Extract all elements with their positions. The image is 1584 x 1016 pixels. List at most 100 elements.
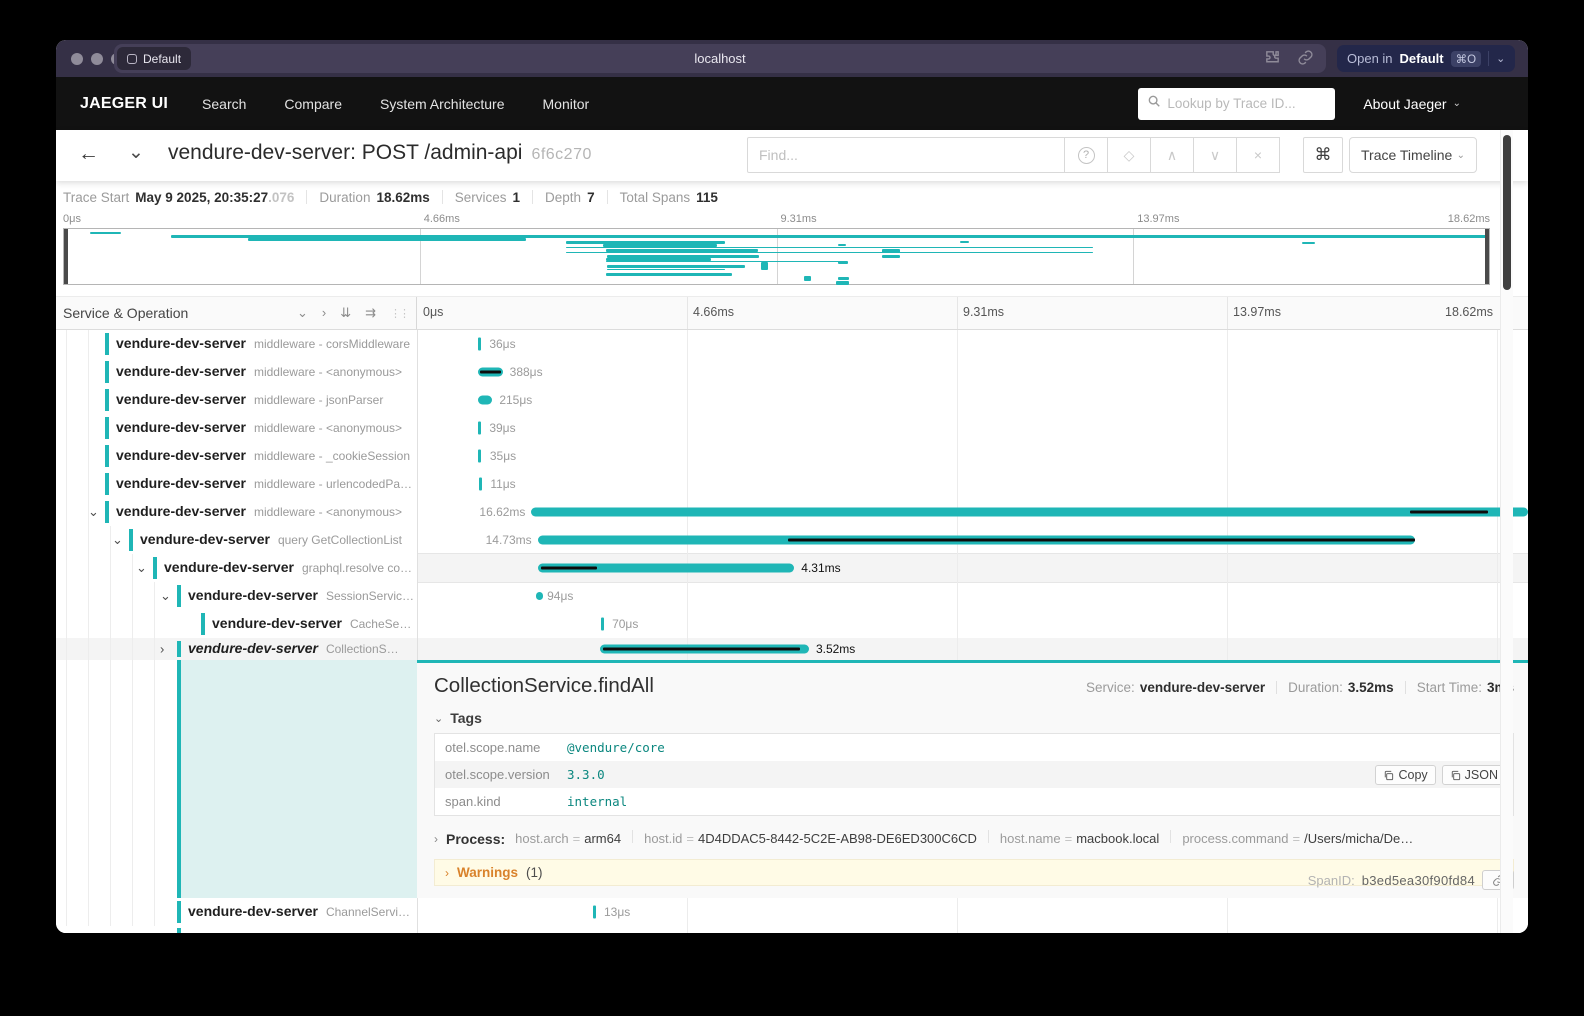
span-bar-cell[interactable]: 388μs xyxy=(417,358,1528,386)
span-bar-cell[interactable]: 3.52ms xyxy=(417,638,1528,660)
span-bar[interactable] xyxy=(478,396,492,405)
back-arrow-icon[interactable]: ← xyxy=(78,142,99,166)
span-row[interactable]: vendure-dev-servermiddleware - urlencode… xyxy=(56,470,1528,498)
process-section-toggle[interactable]: › Process: host.arch=arm64host.id=4D4DDA… xyxy=(434,830,1514,848)
span-bar-cell[interactable]: 215μs xyxy=(417,386,1528,414)
span-row[interactable]: ⌄vendure-dev-serverSessionServic…94μs xyxy=(56,582,1528,610)
expand-toggle-icon[interactable]: ⌄ xyxy=(136,560,147,576)
column-resize-handle[interactable]: ⋮⋮ xyxy=(390,307,408,320)
span-bar[interactable] xyxy=(478,450,481,463)
span-bar-cell[interactable]: 35μs xyxy=(417,442,1528,470)
span-bar[interactable] xyxy=(479,478,482,491)
span-name-cell[interactable]: vendure-dev-servermiddleware - <anonymou… xyxy=(56,358,417,386)
span-bar-cell[interactable]: 94μs xyxy=(417,582,1528,610)
span-name-cell[interactable]: ⌄vendure-dev-serverquery GetCollectionLi… xyxy=(56,526,417,554)
nav-item-search[interactable]: Search xyxy=(202,96,246,112)
json-tags-button[interactable]: JSON xyxy=(1442,765,1506,785)
span-row[interactable]: vendure-dev-servermiddleware - jsonParse… xyxy=(56,386,1528,414)
span-row[interactable]: vendure-dev-serverChannelServi…13μs xyxy=(56,898,1528,926)
span-name-cell[interactable]: vendure-dev-servermiddleware - _cookieSe… xyxy=(56,442,417,470)
keyboard-shortcuts-button[interactable]: ⌘ xyxy=(1303,137,1343,173)
viewport-handle-right[interactable] xyxy=(1485,229,1489,284)
jaeger-logo[interactable]: JAEGER UI xyxy=(80,95,168,113)
copy-link-icon[interactable] xyxy=(1297,49,1314,66)
vertical-scrollbar[interactable] xyxy=(1500,130,1513,933)
span-bar[interactable] xyxy=(601,618,604,631)
trace-id-search[interactable] xyxy=(1138,88,1335,120)
viewport-handle-left[interactable] xyxy=(64,229,68,284)
span-row[interactable]: vendure-dev-servermiddleware - <anonymou… xyxy=(56,358,1528,386)
copy-tags-button[interactable]: Copy xyxy=(1375,765,1435,785)
find-input[interactable] xyxy=(747,137,1065,173)
tag-row[interactable]: otel.scope.version3.3.0 xyxy=(435,761,1513,788)
span-name-cell[interactable]: vendure-dev-servermiddleware - urlencode… xyxy=(56,470,417,498)
expand-toggle-icon[interactable]: ⌄ xyxy=(160,588,171,604)
about-jaeger-menu[interactable]: About Jaeger ⌄ xyxy=(1363,96,1461,112)
span-bar[interactable] xyxy=(478,368,503,377)
nav-item-system-architecture[interactable]: System Architecture xyxy=(380,96,505,112)
span-name-cell[interactable]: vendure-dev-servermiddleware - corsMiddl… xyxy=(56,330,417,358)
span-name-cell[interactable]: vendure-dev-serverCacheSe… xyxy=(56,610,417,638)
extensions-icon[interactable] xyxy=(1264,49,1281,66)
expand-toggle-icon[interactable]: ⌄ xyxy=(88,504,99,520)
span-name-cell[interactable]: vendure-dev-serverChannelServi… xyxy=(56,898,417,926)
span-row[interactable]: ⌄vendure-dev-servermiddleware - <anonymo… xyxy=(56,498,1528,526)
expand-all-icon[interactable]: ⇉ xyxy=(365,305,376,321)
span-row[interactable]: vendure-dev-servermiddleware - _cookieSe… xyxy=(56,442,1528,470)
span-bar[interactable] xyxy=(600,645,809,654)
minimize-window-icon[interactable] xyxy=(91,53,103,65)
span-name-cell[interactable]: ⌄vendure-dev-serverSessionServic… xyxy=(56,582,417,610)
expand-toggle-icon[interactable]: ⌄ xyxy=(112,532,123,548)
span-row[interactable]: vendure-dev-servermiddleware - corsMiddl… xyxy=(56,330,1528,358)
clear-search-button[interactable]: × xyxy=(1236,137,1280,173)
open-in-default-button[interactable]: Open in Default ⌘O ⌄ xyxy=(1337,45,1515,72)
expand-one-icon[interactable]: › xyxy=(322,305,326,321)
nav-item-monitor[interactable]: Monitor xyxy=(543,96,590,112)
span-bar[interactable] xyxy=(538,536,1416,545)
span-row[interactable]: ›vendure-dev-serverCollectionS…3.52ms xyxy=(56,638,1528,660)
trace-id-input[interactable] xyxy=(1167,96,1326,111)
span-bar-cell[interactable]: 13μs xyxy=(417,898,1528,926)
collapse-one-icon[interactable]: ⌄ xyxy=(297,305,308,321)
prev-result-button[interactable]: ∧ xyxy=(1150,137,1194,173)
span-bar-cell[interactable]: 11μs xyxy=(417,470,1528,498)
tag-row[interactable]: otel.scope.name@vendure/core xyxy=(435,734,1513,761)
close-window-icon[interactable] xyxy=(71,53,83,65)
chevron-down-icon[interactable]: ⌄ xyxy=(1496,52,1505,65)
nav-item-compare[interactable]: Compare xyxy=(284,96,342,112)
tag-row[interactable]: span.kindinternal xyxy=(435,788,1513,815)
span-bar[interactable] xyxy=(536,592,543,600)
span-name-cell[interactable]: ›vendure-dev-serverCollectionS… xyxy=(56,638,417,660)
trace-minimap[interactable] xyxy=(63,228,1490,285)
span-bar-cell[interactable]: 36μs xyxy=(417,330,1528,358)
span-bar[interactable] xyxy=(593,906,596,919)
specific-spans-button[interactable]: ◇ xyxy=(1107,137,1151,173)
span-row[interactable]: ⌄vendure-dev-servergraphql.resolve co…4.… xyxy=(56,554,1528,582)
next-result-button[interactable]: ∨ xyxy=(1193,137,1237,173)
span-row[interactable]: vendure-dev-serverCacheSe…70μs xyxy=(56,610,1528,638)
span-bar-cell[interactable]: 70μs xyxy=(417,610,1528,638)
span-bar[interactable] xyxy=(538,564,795,573)
trace-view-select[interactable]: Trace Timeline ⌄ xyxy=(1349,137,1477,173)
expand-toggle-icon[interactable]: › xyxy=(160,642,164,657)
find-help-button[interactable]: ? xyxy=(1064,137,1108,173)
span-bar-cell[interactable]: 4.31ms xyxy=(417,554,1528,582)
span-bar-cell[interactable]: 16.62ms xyxy=(417,498,1528,526)
span-bar-cell[interactable]: 39μs xyxy=(417,414,1528,442)
span-row[interactable]: vendure-dev-servermiddleware - <anonymou… xyxy=(56,414,1528,442)
span-bar[interactable] xyxy=(478,422,481,435)
url-bar[interactable]: Default localhost xyxy=(114,44,1326,73)
collapse-trace-icon[interactable]: ⌄ xyxy=(128,141,144,164)
collapse-all-icon[interactable]: ⇊ xyxy=(340,305,351,321)
span-row[interactable]: ⌄vendure-dev-serverquery GetCollectionLi… xyxy=(56,526,1528,554)
scrollbar-thumb[interactable] xyxy=(1503,135,1511,290)
span-name-cell[interactable]: ⌄vendure-dev-servergraphql.resolve co… xyxy=(56,554,417,582)
tags-section-toggle[interactable]: ⌄ Tags xyxy=(434,710,1514,726)
span-name-cell[interactable]: vendure-dev-servermiddleware - <anonymou… xyxy=(56,414,417,442)
span-name-cell[interactable]: ⌄vendure-dev-servermiddleware - <anonymo… xyxy=(56,498,417,526)
span-bar[interactable] xyxy=(531,508,1528,517)
trace-start-value: May 9 2025, 20:35:27 xyxy=(135,190,268,205)
span-bar-cell[interactable]: 14.73ms xyxy=(417,526,1528,554)
span-name-cell[interactable]: vendure-dev-servermiddleware - jsonParse… xyxy=(56,386,417,414)
span-bar[interactable] xyxy=(478,338,481,351)
